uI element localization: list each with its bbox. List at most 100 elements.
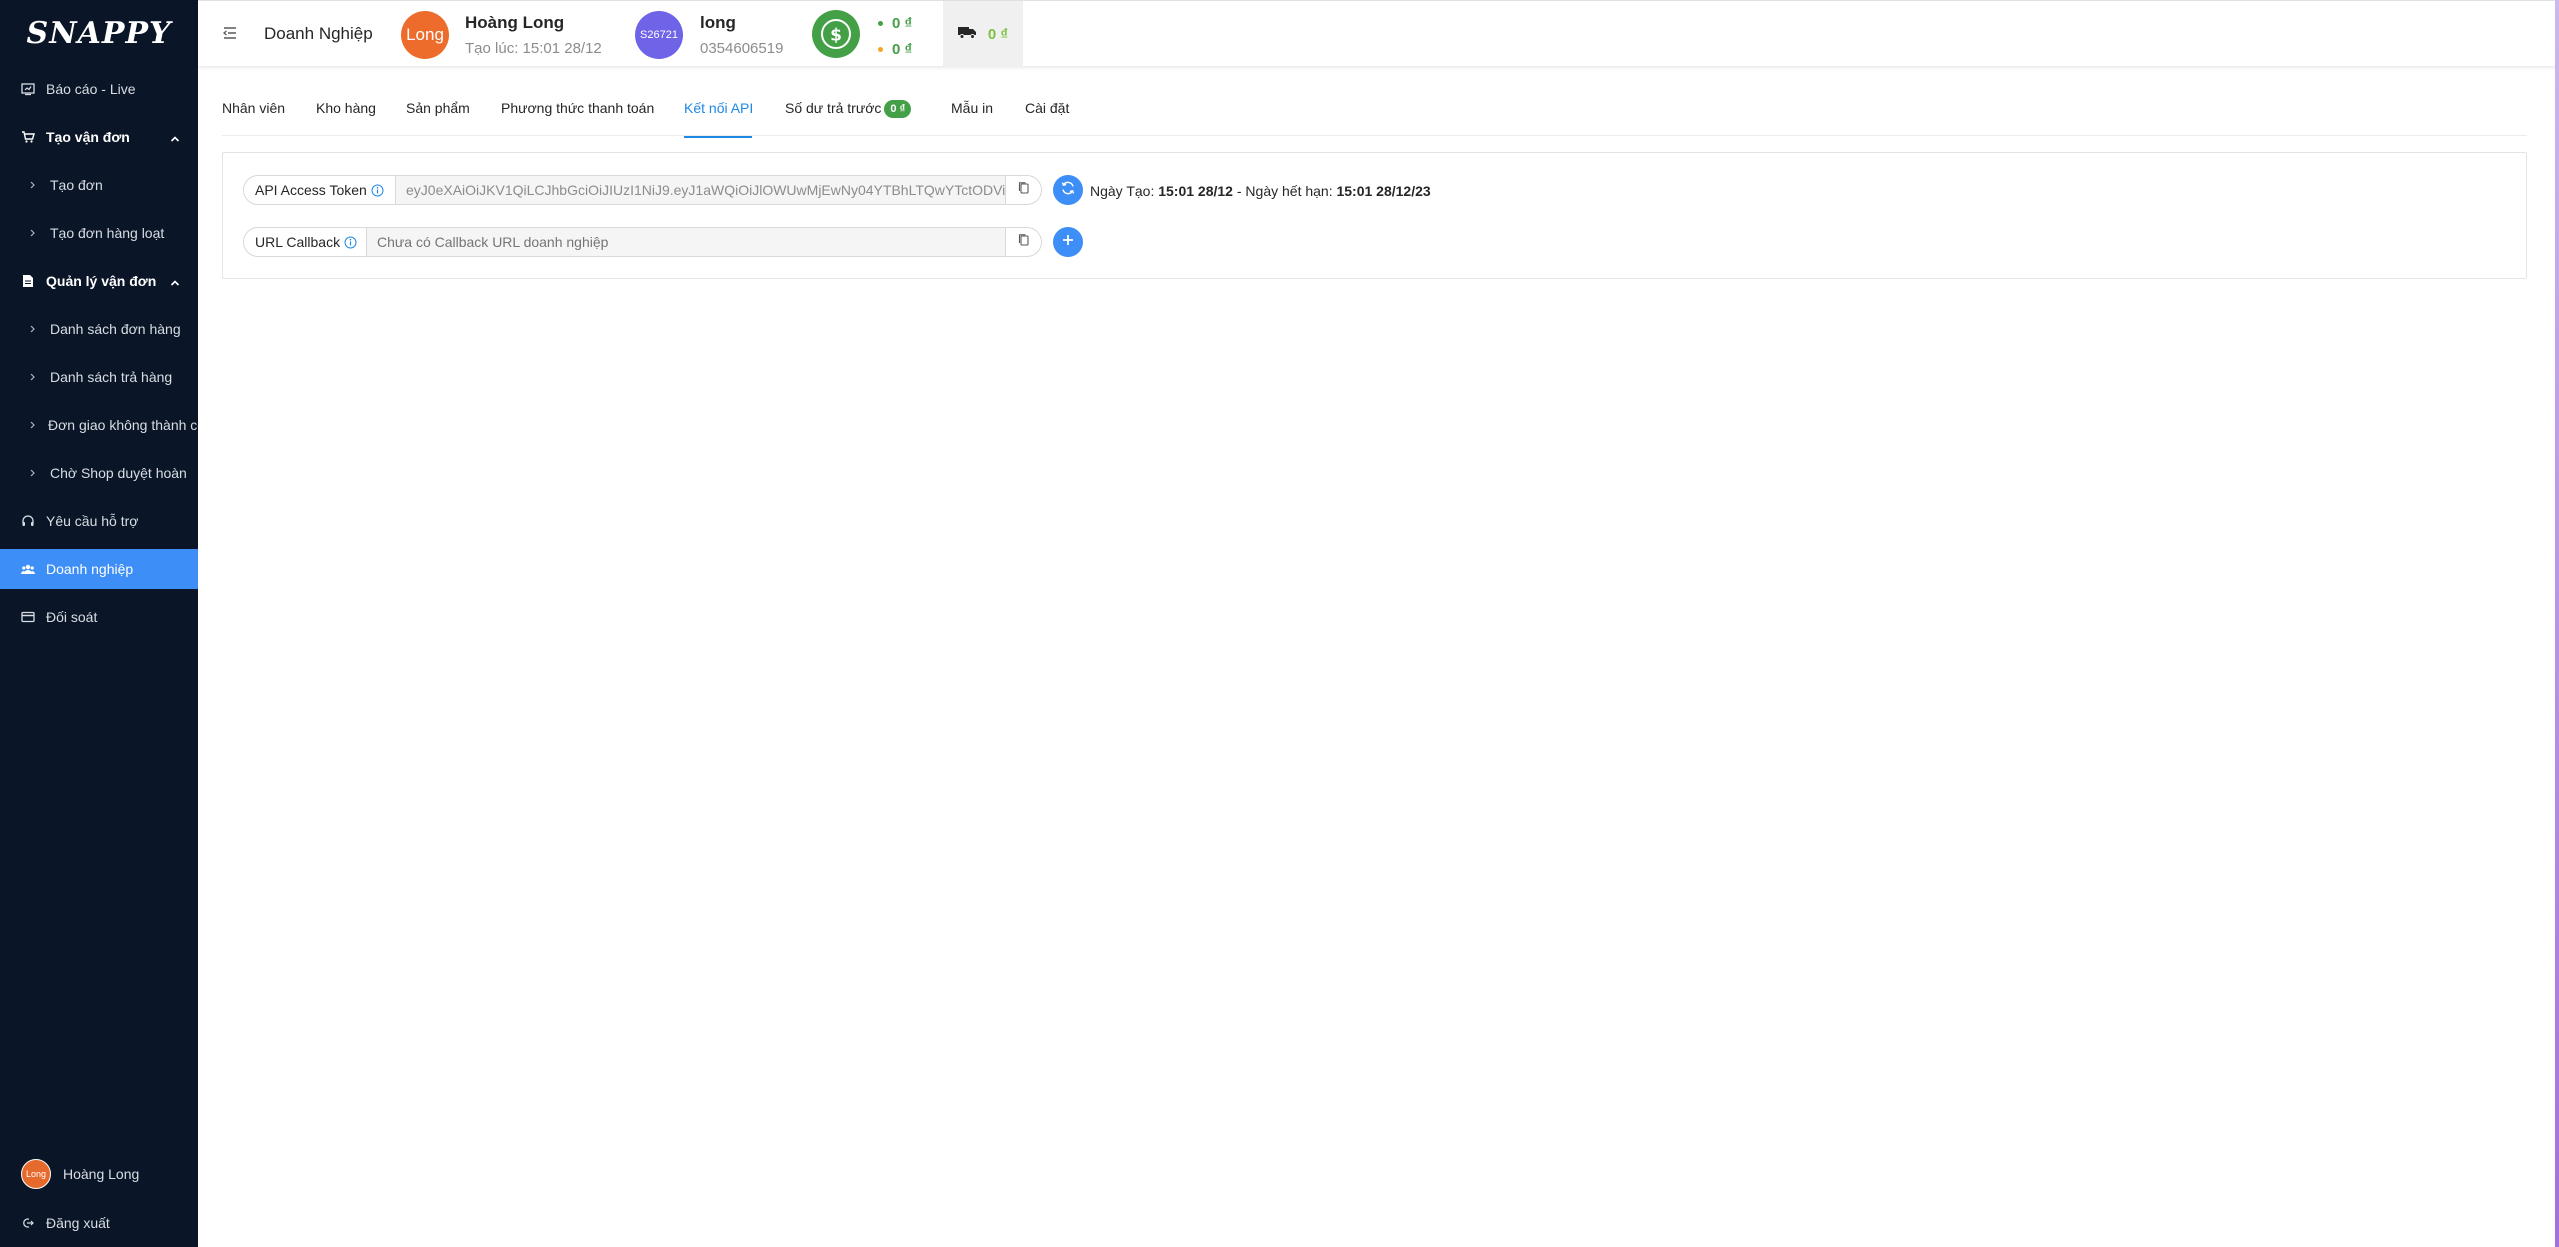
copy-icon (1018, 181, 1030, 200)
api-connection-card: API Access Token eyJ0eXAiOiJKV1QiLCJhbGc… (222, 152, 2527, 279)
logout-button[interactable]: Đăng xuất (0, 1203, 198, 1243)
chevron-right-icon (30, 325, 38, 333)
logout-label: Đăng xuất (46, 1215, 110, 1231)
created-value: 15:01 28/12 (1158, 183, 1233, 199)
copy-icon (1018, 233, 1030, 252)
balance-primary: 0 ₫ (878, 15, 912, 32)
status-dot (878, 47, 883, 52)
sidebar-item-label: Quản lý vận đơn (46, 273, 157, 289)
window-edge (2555, 0, 2559, 1247)
tab-print-template[interactable]: Mẫu in (951, 98, 993, 138)
sidebar-group-manage-orders[interactable]: Quản lý vận đơn (0, 261, 198, 301)
sidebar-item-label: Yêu cầu hỗ trợ (46, 513, 139, 529)
sidebar-item-label: Tạo đơn hàng loạt (50, 225, 165, 241)
shipping-fee-value: 0 ₫ (987, 25, 1009, 43)
sidebar-user[interactable]: Long Hoàng Long (0, 1154, 198, 1194)
api-token-label: API Access Token (243, 175, 395, 205)
callback-url-label-text: URL Callback (255, 234, 341, 250)
sidebar-subitem-bulk-create[interactable]: Tạo đơn hàng loạt (0, 213, 198, 253)
shop-avatar[interactable]: S26721 (635, 11, 683, 59)
sidebar-item-label: Danh sách đơn hàng (50, 321, 181, 337)
sidebar-item-report-live[interactable]: Báo cáo - Live (0, 69, 198, 109)
sidebar: SNAPPY Báo cáo - Live Tạo vận đơn Tạo đơ… (0, 0, 198, 1247)
avatar: Long (21, 1159, 51, 1189)
user-created-time: Tạo lúc: 15:01 28/12 (465, 40, 602, 57)
sidebar-subitem-pending-return[interactable]: Chờ Shop duyệt hoàn (0, 453, 198, 493)
api-token-input[interactable]: eyJ0eXAiOiJKV1QiLCJhbGciOiJIUzI1NiJ9.eyJ… (395, 175, 1006, 205)
chevron-right-icon (30, 469, 38, 477)
document-icon (20, 273, 36, 289)
plus-icon (1062, 233, 1074, 251)
headset-icon (20, 513, 36, 529)
sidebar-item-label: Đơn giao không thành công (48, 417, 198, 433)
sidebar-subitem-return-list[interactable]: Danh sách trả hàng (0, 357, 198, 397)
tab-prepaid-balance[interactable]: Số dư trả trước 0 ₫ (785, 98, 912, 138)
sidebar-item-support[interactable]: Yêu cầu hỗ trợ (0, 501, 198, 541)
sidebar-item-business[interactable]: Doanh nghiệp (0, 549, 198, 589)
sidebar-item-label: Tạo đơn (50, 177, 103, 193)
balance-secondary: 0 ₫ (878, 41, 912, 58)
callback-url-input[interactable] (366, 227, 1006, 257)
sidebar-group-create-order[interactable]: Tạo vận đơn (0, 117, 198, 157)
chevron-right-icon (30, 229, 38, 237)
sidebar-subitem-create-order[interactable]: Tạo đơn (0, 165, 198, 205)
expire-label: Ngày hết hạn: (1245, 183, 1333, 199)
sidebar-item-label: Chờ Shop duyệt hoàn (50, 465, 187, 481)
sidebar-item-label: Doanh nghiệp (46, 561, 134, 577)
truck-icon (957, 25, 978, 44)
api-token-label-text: API Access Token (255, 182, 367, 198)
tabs-divider (222, 135, 2527, 136)
balance-secondary-value: 0 ₫ (892, 41, 913, 58)
tab-employees[interactable]: Nhân viên (222, 98, 285, 138)
sidebar-item-reconciliation[interactable]: Đối soát (0, 597, 198, 637)
team-icon (20, 561, 36, 577)
sidebar-item-label: Báo cáo - Live (46, 81, 136, 97)
tab-payment-methods[interactable]: Phương thức thanh toán (501, 98, 654, 138)
menu-fold-icon[interactable] (222, 25, 238, 41)
shop-phone: 0354606519 (700, 40, 784, 57)
prepaid-badge: 0 ₫ (884, 100, 912, 118)
sidebar-item-label: Danh sách trả hàng (50, 369, 173, 385)
chevron-up-icon (170, 275, 180, 291)
dollar-icon[interactable]: $ (812, 10, 860, 58)
top-header: Doanh Nghiệp Long Hoàng Long Tạo lúc: 15… (198, 0, 2559, 67)
report-icon (20, 81, 36, 97)
tab-settings[interactable]: Cài đặt (1025, 98, 1069, 138)
tab-products[interactable]: Sản phẩm (406, 98, 470, 138)
logout-icon (22, 1216, 36, 1230)
page-title: Doanh Nghiệp (264, 24, 373, 43)
cart-icon (20, 129, 36, 145)
sidebar-subitem-order-list[interactable]: Danh sách đơn hàng (0, 309, 198, 349)
expire-value: 15:01 28/12/23 (1336, 183, 1431, 199)
chevron-right-icon (30, 181, 38, 189)
refresh-token-button[interactable] (1053, 175, 1083, 205)
info-icon[interactable] (344, 236, 357, 249)
tab-api-connection[interactable]: Kết nối API (684, 98, 753, 138)
token-dates: Ngày Tạo: 15:01 28/12 - Ngày hết hạn: 15… (1090, 183, 1431, 199)
balance-primary-value: 0 ₫ (892, 15, 913, 32)
status-dot (878, 21, 883, 26)
add-callback-button[interactable] (1053, 227, 1083, 257)
sidebar-item-label: Đối soát (46, 609, 98, 625)
info-icon[interactable] (371, 184, 384, 197)
callback-url-label: URL Callback (243, 227, 366, 257)
copy-callback-button[interactable] (1006, 227, 1042, 257)
shipping-fee-box[interactable]: 0 ₫ (943, 1, 1023, 67)
tab-label: Số dư trả trước (785, 100, 882, 116)
chevron-right-icon (30, 373, 38, 381)
snappy-logo[interactable]: SNAPPY (0, 0, 198, 66)
sidebar-user-name: Hoàng Long (63, 1166, 140, 1182)
svg-text:$: $ (830, 26, 842, 46)
copy-token-button[interactable] (1006, 175, 1042, 205)
shop-name: long (700, 13, 736, 32)
card-icon (20, 609, 36, 625)
sidebar-item-label: Tạo vận đơn (46, 129, 130, 145)
chevron-up-icon (170, 131, 180, 147)
chevron-right-icon (30, 421, 36, 429)
created-label: Ngày Tạo: (1090, 183, 1155, 199)
tab-warehouse[interactable]: Kho hàng (316, 98, 376, 138)
refresh-icon (1060, 180, 1076, 201)
user-name: Hoàng Long (465, 13, 565, 32)
sidebar-subitem-failed-delivery[interactable]: Đơn giao không thành công (0, 405, 198, 445)
user-avatar[interactable]: Long (401, 11, 449, 59)
